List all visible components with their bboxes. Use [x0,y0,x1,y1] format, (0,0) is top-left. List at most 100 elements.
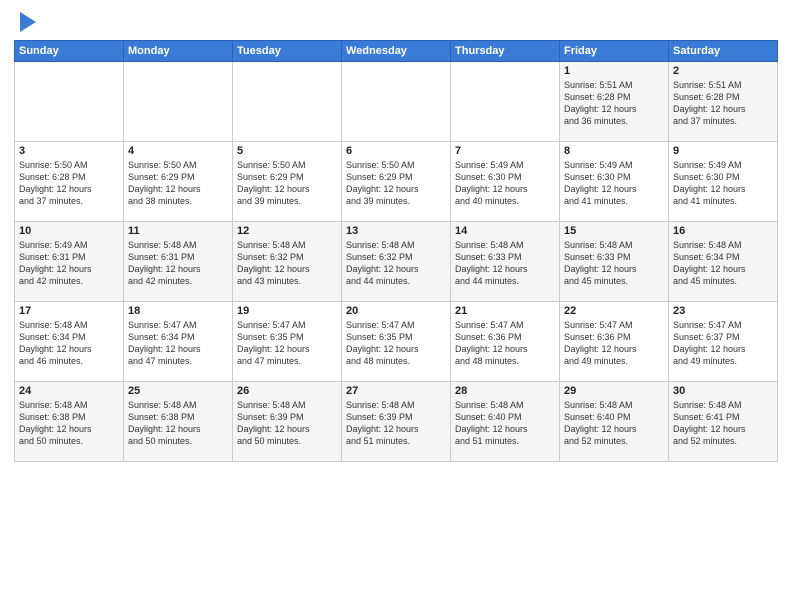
day-info: Sunrise: 5:48 AM Sunset: 6:41 PM Dayligh… [673,399,773,448]
day-info: Sunrise: 5:47 AM Sunset: 6:36 PM Dayligh… [455,319,555,368]
calendar-day-cell: 18 Sunrise: 5:47 AM Sunset: 6:34 PM Dayli… [124,302,233,382]
calendar-day-cell: 30Sunrise: 5:48 AM Sunset: 6:41 PM Dayli… [669,382,778,462]
calendar-day-cell: 2 Sunrise: 5:51 AM Sunset: 6:28 PM Daylig… [669,62,778,142]
calendar-day-cell: 5Sunrise: 5:50 AM Sunset: 6:29 PM Daylig… [233,142,342,222]
calendar-day-cell: 17 Sunrise: 5:48 AM Sunset: 6:34 PM Dayli… [15,302,124,382]
calendar-day-cell [342,62,451,142]
calendar-week-row: 24 Sunrise: 5:48 AM Sunset: 6:38 PM Dayli… [15,382,778,462]
day-number: 18 [128,305,228,317]
weekday-header-monday: Monday [124,41,233,62]
calendar-day-cell: 1Sunrise: 5:51 AM Sunset: 6:28 PM Daylig… [560,62,669,142]
calendar-day-cell [15,62,124,142]
calendar-day-cell [124,62,233,142]
calendar-day-cell: 20 Sunrise: 5:47 AM Sunset: 6:35 PM Dayli… [342,302,451,382]
calendar-day-cell: 21 Sunrise: 5:47 AM Sunset: 6:36 PM Dayli… [451,302,560,382]
calendar-day-cell: 6 Sunrise: 5:50 AM Sunset: 6:29 PM Daylig… [342,142,451,222]
calendar-day-cell: 29Sunrise: 5:48 AM Sunset: 6:40 PM Dayli… [560,382,669,462]
calendar-day-cell: 28 Sunrise: 5:48 AM Sunset: 6:40 PM Dayli… [451,382,560,462]
day-number: 9 [673,145,773,157]
day-number: 19 [237,305,337,317]
day-number: 21 [455,305,555,317]
calendar-day-cell: 10Sunrise: 5:49 AM Sunset: 6:31 PM Dayli… [15,222,124,302]
weekday-header-thursday: Thursday [451,41,560,62]
weekday-header-wednesday: Wednesday [342,41,451,62]
calendar-header-row: SundayMondayTuesdayWednesdayThursdayFrid… [15,41,778,62]
day-number: 6 [346,145,446,157]
calendar-table: SundayMondayTuesdayWednesdayThursdayFrid… [14,40,778,462]
day-info: Sunrise: 5:51 AM Sunset: 6:28 PM Dayligh… [673,79,773,128]
day-number: 25 [128,385,228,397]
day-number: 24 [19,385,119,397]
day-info: Sunrise: 5:47 AM Sunset: 6:37 PM Dayligh… [673,319,773,368]
calendar-day-cell: 24 Sunrise: 5:48 AM Sunset: 6:38 PM Dayli… [15,382,124,462]
calendar-day-cell: 15Sunrise: 5:48 AM Sunset: 6:33 PM Dayli… [560,222,669,302]
calendar-week-row: 3 Sunrise: 5:50 AM Sunset: 6:28 PM Daylig… [15,142,778,222]
day-number: 28 [455,385,555,397]
calendar-week-row: 17 Sunrise: 5:48 AM Sunset: 6:34 PM Dayli… [15,302,778,382]
day-info: Sunrise: 5:50 AM Sunset: 6:28 PM Dayligh… [19,159,119,208]
day-info: Sunrise: 5:48 AM Sunset: 6:39 PM Dayligh… [237,399,337,448]
day-number: 17 [19,305,119,317]
day-info: Sunrise: 5:48 AM Sunset: 6:32 PM Dayligh… [346,239,446,288]
day-info: Sunrise: 5:48 AM Sunset: 6:32 PM Dayligh… [237,239,337,288]
day-number: 15 [564,225,664,237]
calendar-day-cell: 13 Sunrise: 5:48 AM Sunset: 6:32 PM Dayli… [342,222,451,302]
day-info: Sunrise: 5:48 AM Sunset: 6:39 PM Dayligh… [346,399,446,448]
day-info: Sunrise: 5:48 AM Sunset: 6:31 PM Dayligh… [128,239,228,288]
calendar-day-cell: 16Sunrise: 5:48 AM Sunset: 6:34 PM Dayli… [669,222,778,302]
day-number: 20 [346,305,446,317]
day-number: 29 [564,385,664,397]
day-info: Sunrise: 5:47 AM Sunset: 6:35 PM Dayligh… [346,319,446,368]
day-info: Sunrise: 5:49 AM Sunset: 6:30 PM Dayligh… [673,159,773,208]
day-info: Sunrise: 5:49 AM Sunset: 6:31 PM Dayligh… [19,239,119,288]
calendar-day-cell: 26 Sunrise: 5:48 AM Sunset: 6:39 PM Dayli… [233,382,342,462]
day-number: 8 [564,145,664,157]
day-info: Sunrise: 5:48 AM Sunset: 6:38 PM Dayligh… [19,399,119,448]
day-number: 13 [346,225,446,237]
weekday-header-tuesday: Tuesday [233,41,342,62]
calendar-day-cell: 27 Sunrise: 5:48 AM Sunset: 6:39 PM Dayli… [342,382,451,462]
day-info: Sunrise: 5:47 AM Sunset: 6:34 PM Dayligh… [128,319,228,368]
day-info: Sunrise: 5:49 AM Sunset: 6:30 PM Dayligh… [455,159,555,208]
calendar-day-cell: 12 Sunrise: 5:48 AM Sunset: 6:32 PM Dayli… [233,222,342,302]
header [14,10,778,32]
day-info: Sunrise: 5:47 AM Sunset: 6:36 PM Dayligh… [564,319,664,368]
calendar-day-cell: 9 Sunrise: 5:49 AM Sunset: 6:30 PM Daylig… [669,142,778,222]
day-number: 7 [455,145,555,157]
calendar-day-cell [451,62,560,142]
day-info: Sunrise: 5:49 AM Sunset: 6:30 PM Dayligh… [564,159,664,208]
calendar-day-cell: 3 Sunrise: 5:50 AM Sunset: 6:28 PM Daylig… [15,142,124,222]
day-number: 22 [564,305,664,317]
day-info: Sunrise: 5:48 AM Sunset: 6:34 PM Dayligh… [19,319,119,368]
calendar-day-cell: 4 Sunrise: 5:50 AM Sunset: 6:29 PM Daylig… [124,142,233,222]
day-number: 26 [237,385,337,397]
day-number: 27 [346,385,446,397]
calendar-day-cell: 19 Sunrise: 5:47 AM Sunset: 6:35 PM Dayli… [233,302,342,382]
page: SundayMondayTuesdayWednesdayThursdayFrid… [0,0,792,612]
day-number: 14 [455,225,555,237]
day-info: Sunrise: 5:50 AM Sunset: 6:29 PM Dayligh… [128,159,228,208]
day-number: 23 [673,305,773,317]
calendar-day-cell [233,62,342,142]
day-number: 11 [128,225,228,237]
calendar-day-cell: 22 Sunrise: 5:47 AM Sunset: 6:36 PM Dayli… [560,302,669,382]
day-info: Sunrise: 5:48 AM Sunset: 6:34 PM Dayligh… [673,239,773,288]
day-number: 4 [128,145,228,157]
calendar-day-cell: 7 Sunrise: 5:49 AM Sunset: 6:30 PM Daylig… [451,142,560,222]
weekday-header-saturday: Saturday [669,41,778,62]
day-info: Sunrise: 5:47 AM Sunset: 6:35 PM Dayligh… [237,319,337,368]
day-info: Sunrise: 5:50 AM Sunset: 6:29 PM Dayligh… [237,159,337,208]
calendar-week-row: 1Sunrise: 5:51 AM Sunset: 6:28 PM Daylig… [15,62,778,142]
calendar-day-cell: 11 Sunrise: 5:48 AM Sunset: 6:31 PM Dayli… [124,222,233,302]
day-number: 3 [19,145,119,157]
logo [14,10,36,32]
day-number: 2 [673,65,773,77]
logo-arrow-icon [20,12,36,32]
day-number: 12 [237,225,337,237]
day-info: Sunrise: 5:51 AM Sunset: 6:28 PM Dayligh… [564,79,664,128]
day-info: Sunrise: 5:50 AM Sunset: 6:29 PM Dayligh… [346,159,446,208]
day-info: Sunrise: 5:48 AM Sunset: 6:40 PM Dayligh… [455,399,555,448]
weekday-header-friday: Friday [560,41,669,62]
calendar-day-cell: 14Sunrise: 5:48 AM Sunset: 6:33 PM Dayli… [451,222,560,302]
calendar-week-row: 10Sunrise: 5:49 AM Sunset: 6:31 PM Dayli… [15,222,778,302]
